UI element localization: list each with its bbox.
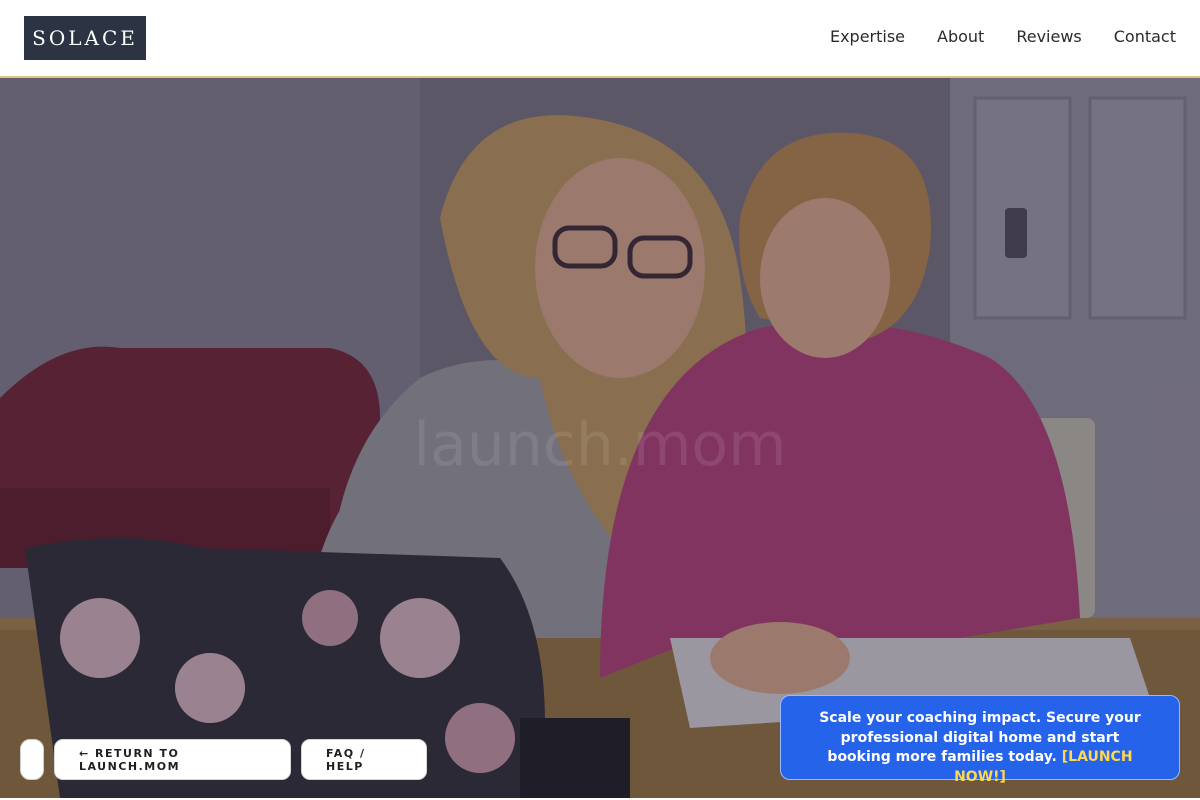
bottom-button-row: ← RETURN TO LAUNCH.MOM FAQ / HELP — [20, 739, 427, 780]
site-header: SOLACE Expertise About Reviews Contact — [0, 0, 1200, 78]
site-logo[interactable]: SOLACE — [24, 16, 146, 60]
nav-link-about[interactable]: About — [937, 26, 984, 48]
nav-link-reviews[interactable]: Reviews — [1016, 26, 1081, 48]
watermark-text: launch.mom — [413, 410, 787, 480]
faq-help-button[interactable]: FAQ / HELP — [301, 739, 427, 780]
nav-link-contact[interactable]: Contact — [1114, 26, 1176, 48]
hero-image: launch.mom — [0, 78, 1200, 798]
return-button[interactable]: ← RETURN TO LAUNCH.MOM — [54, 739, 291, 780]
promo-banner[interactable]: Scale your coaching impact. Secure your … — [780, 695, 1180, 785]
nav-link-expertise[interactable]: Expertise — [830, 26, 905, 48]
side-handle-button[interactable] — [20, 739, 44, 780]
main-nav: Expertise About Reviews Contact — [830, 26, 1176, 48]
